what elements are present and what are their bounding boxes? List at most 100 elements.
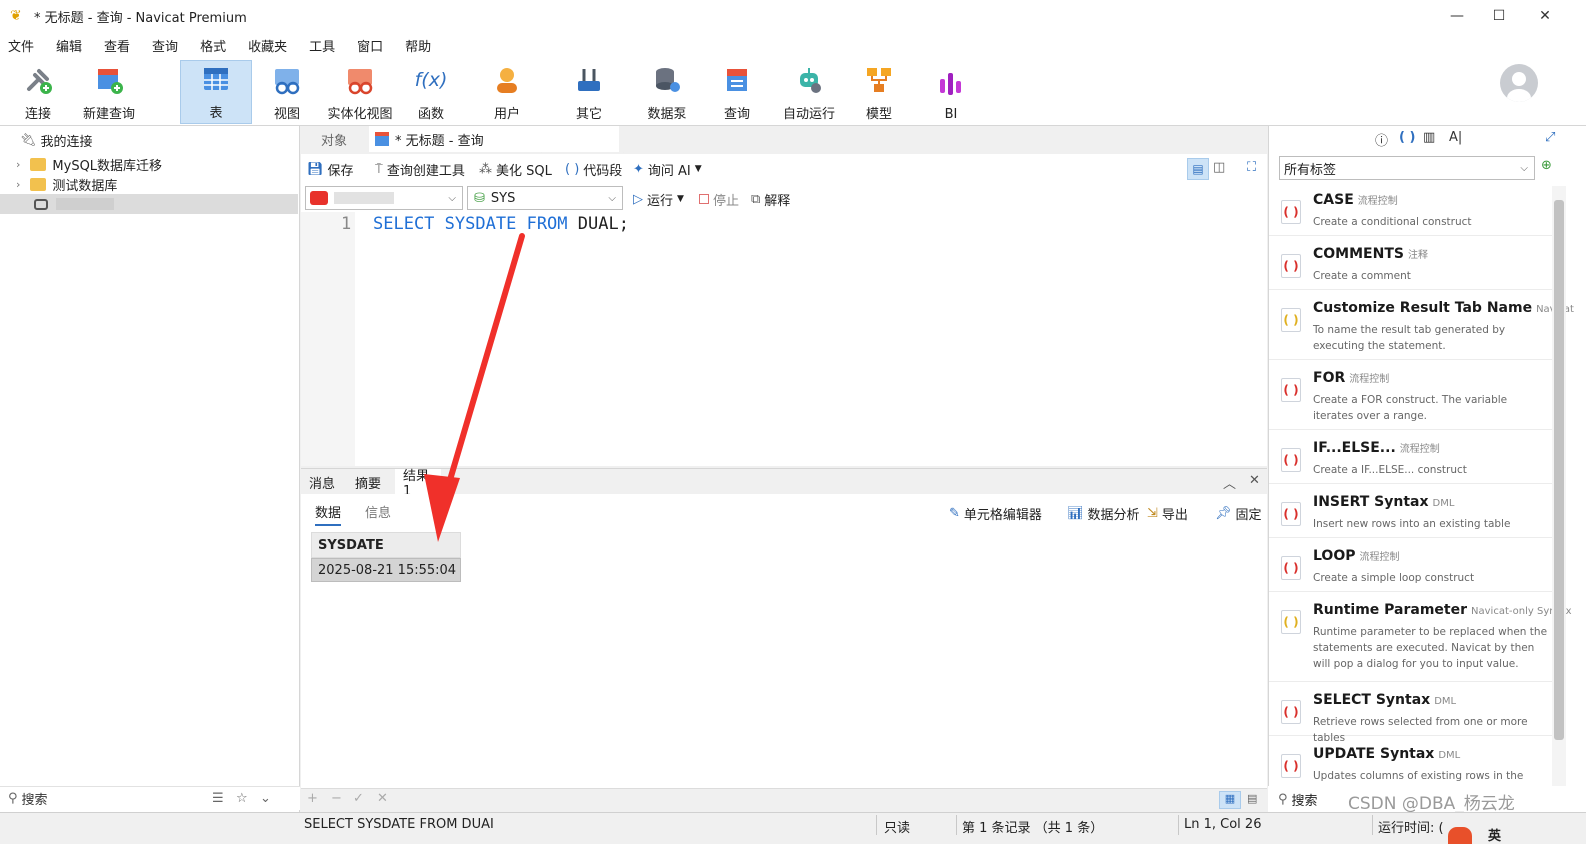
materialized-view-button[interactable]: 实体化视图 (324, 62, 396, 122)
snippet-item-comments[interactable]: ( ) COMMENTS 注释 Create a comment (1269, 242, 1553, 290)
grid-view-icon[interactable]: ▦ (1219, 791, 1241, 809)
tag-filter-select[interactable]: 所有标签 ⌵ (1279, 156, 1535, 180)
menu-edit[interactable]: 编辑 (48, 36, 96, 55)
close-result-icon[interactable]: ✕ (1249, 473, 1260, 488)
data-analysis-button[interactable]: 📊︎ 数据分析 (1067, 504, 1140, 523)
function-button[interactable]: f(x) 函数 (408, 62, 454, 122)
snippet-item-if-else[interactable]: ( ) IF...ELSE... 流程控制 Create a IF...ELSE.… (1269, 436, 1553, 484)
ask-ai-button[interactable]: ✦ 询问 AI ▼ (633, 160, 702, 179)
collapse-icon[interactable]: ⌄ (260, 791, 271, 806)
snippet-scrollbar[interactable] (1552, 186, 1566, 786)
user-avatar-icon[interactable] (1500, 64, 1538, 102)
menu-format[interactable]: 格式 (192, 36, 240, 55)
tree-item-oracle-connection[interactable] (0, 194, 298, 214)
input-method-icon[interactable] (1448, 827, 1472, 844)
chevron-down-icon[interactable]: ⌵ (608, 193, 616, 204)
snippet-item-loop[interactable]: ( ) LOOP 流程控制 Create a simple loop constr… (1269, 544, 1553, 592)
snippet-item-for[interactable]: ( ) FOR 流程控制 Create a FOR construct. The … (1269, 366, 1553, 430)
ime-language[interactable]: 英 (1488, 825, 1501, 844)
stop-button[interactable]: 停止 (699, 190, 739, 209)
snippet-name: Customize Result Tab Name (1313, 300, 1533, 316)
save-button[interactable]: 💾︎ 保存 (307, 160, 354, 179)
add-snippet-icon[interactable]: ⊕ (1541, 158, 1552, 173)
split-horizontal-icon[interactable]: ▤ (1187, 158, 1209, 180)
menu-query[interactable]: 查询 (144, 36, 192, 55)
beautify-sql-button[interactable]: ⁂ 美化 SQL (479, 160, 552, 179)
minimize-button[interactable]: — (1434, 0, 1480, 32)
snippet-item-customize-result-tab[interactable]: ( ) Customize Result Tab NameNavicat To … (1269, 296, 1574, 360)
snippet-tab-icon[interactable]: ( ) (1399, 130, 1415, 145)
chevron-down-icon[interactable]: ⌵ (1520, 163, 1528, 174)
model-button[interactable]: 模型 (856, 62, 902, 122)
my-connections-root[interactable]: 🔌︎ 我的连接 (0, 130, 298, 150)
tab-objects[interactable]: 对象 (321, 126, 371, 152)
chevron-down-icon[interactable]: ⌵ (448, 193, 456, 204)
query-button[interactable]: 查询 (714, 62, 760, 122)
menu-tools[interactable]: 工具 (301, 36, 349, 55)
filter-icon[interactable]: ☰ (212, 791, 224, 806)
snippet-item-case[interactable]: ( ) CASE 流程控制 Create a conditional constr… (1269, 188, 1553, 236)
snippet-item-select[interactable]: ( ) SELECT Syntax DML Retrieve rows selec… (1269, 688, 1553, 744)
delete-row-icon[interactable]: − (331, 791, 342, 806)
chevron-right-icon[interactable]: › (16, 158, 20, 171)
snippet-item-insert[interactable]: ( ) INSERT Syntax DML Insert new rows int… (1269, 490, 1553, 538)
snippet-tag: DML (1434, 696, 1457, 707)
menu-favorites[interactable]: 收藏夹 (240, 36, 301, 55)
navigator-search-input[interactable]: 搜索 (22, 789, 48, 808)
maximize-button[interactable]: ☐ (1476, 0, 1522, 32)
close-button[interactable]: ✕ (1522, 0, 1568, 32)
table-button[interactable]: 表 (180, 60, 252, 124)
template-icon[interactable]: ▥ (1423, 130, 1435, 145)
explain-button[interactable]: ⧉ 解释 (751, 190, 790, 209)
apply-icon[interactable]: ✓ (353, 791, 364, 806)
snippet-search-input[interactable]: 搜索 (1292, 790, 1318, 809)
cell-editor-button[interactable]: ✎ 单元格编辑器 (949, 504, 1042, 523)
result-cell[interactable]: 2025-08-21 15:55:04 (311, 558, 461, 582)
run-label: 运行 (647, 193, 674, 209)
function-label: 函数 (417, 107, 444, 122)
new-query-button[interactable]: 新建查询 (78, 62, 140, 122)
collapse-up-icon[interactable]: ︿ (1223, 473, 1236, 492)
snippet-item-update[interactable]: ( ) UPDATE Syntax DML Updates columns of … (1269, 742, 1553, 798)
ai-panel-icon[interactable]: A| (1449, 130, 1462, 145)
run-dropdown-icon[interactable]: ▼ (677, 194, 684, 204)
bi-button[interactable]: BI (928, 62, 974, 122)
table-icon (199, 62, 233, 96)
export-button[interactable]: ⇲ 导出 (1147, 504, 1188, 523)
form-view-icon[interactable]: ▤ (1247, 792, 1257, 805)
connection-select[interactable]: ⌵ (305, 186, 463, 210)
discard-icon[interactable]: ✕ (377, 791, 388, 806)
user-button[interactable]: 用户 (482, 62, 532, 122)
database-pump-icon (650, 63, 684, 97)
split-vertical-icon[interactable]: ◫ (1213, 160, 1225, 175)
tree-item-test-db[interactable]: › 测试数据库 (0, 174, 298, 194)
snippet-code-icon: ( ) (1281, 254, 1301, 278)
run-button[interactable]: ▷ 运行 ▼ (633, 190, 684, 209)
menu-file[interactable]: 文件 (0, 36, 48, 55)
pin-button[interactable]: 📌︎ 固定 (1215, 504, 1262, 523)
snippet-item-runtime-parameter[interactable]: ( ) Runtime Parameter Navicat-only Syntax… (1269, 598, 1572, 682)
other-button[interactable]: 其它 (564, 62, 614, 122)
view-button[interactable]: 视图 (264, 62, 310, 122)
menu-window[interactable]: 窗口 (349, 36, 397, 55)
connect-button[interactable]: 连接 (14, 62, 62, 122)
add-row-icon[interactable]: + (307, 791, 318, 806)
snippet-name: SELECT Syntax (1313, 692, 1431, 708)
chevron-right-icon[interactable]: › (16, 178, 20, 191)
schema-select[interactable]: ⛁ SYS ⌵ (467, 186, 623, 210)
info-icon[interactable]: ⓘ (1375, 130, 1388, 149)
expand-panel-icon[interactable]: ⤢ (1545, 130, 1555, 145)
query-builder-button[interactable]: ⍑ 查询创建工具 (375, 160, 465, 179)
tab-untitled-query[interactable]: * 无标题 - 查询 (369, 126, 619, 152)
tree-item-mysql-migration[interactable]: › MySQL数据库迁移 (0, 154, 298, 174)
automation-button[interactable]: 自动运行 (778, 62, 840, 122)
data-pump-button[interactable]: 数据泵 (642, 62, 692, 122)
star-icon[interactable]: ☆ (236, 791, 248, 806)
materialized-view-icon (343, 63, 377, 97)
menu-view[interactable]: 查看 (96, 36, 144, 55)
code-snippet-button[interactable]: ( ) 代码段 (565, 160, 622, 179)
scrollbar-thumb[interactable] (1554, 200, 1564, 740)
ask-ai-dropdown-icon[interactable]: ▼ (695, 164, 702, 174)
fullscreen-icon[interactable]: ⛶ (1247, 160, 1256, 175)
menu-help[interactable]: 帮助 (397, 36, 445, 55)
